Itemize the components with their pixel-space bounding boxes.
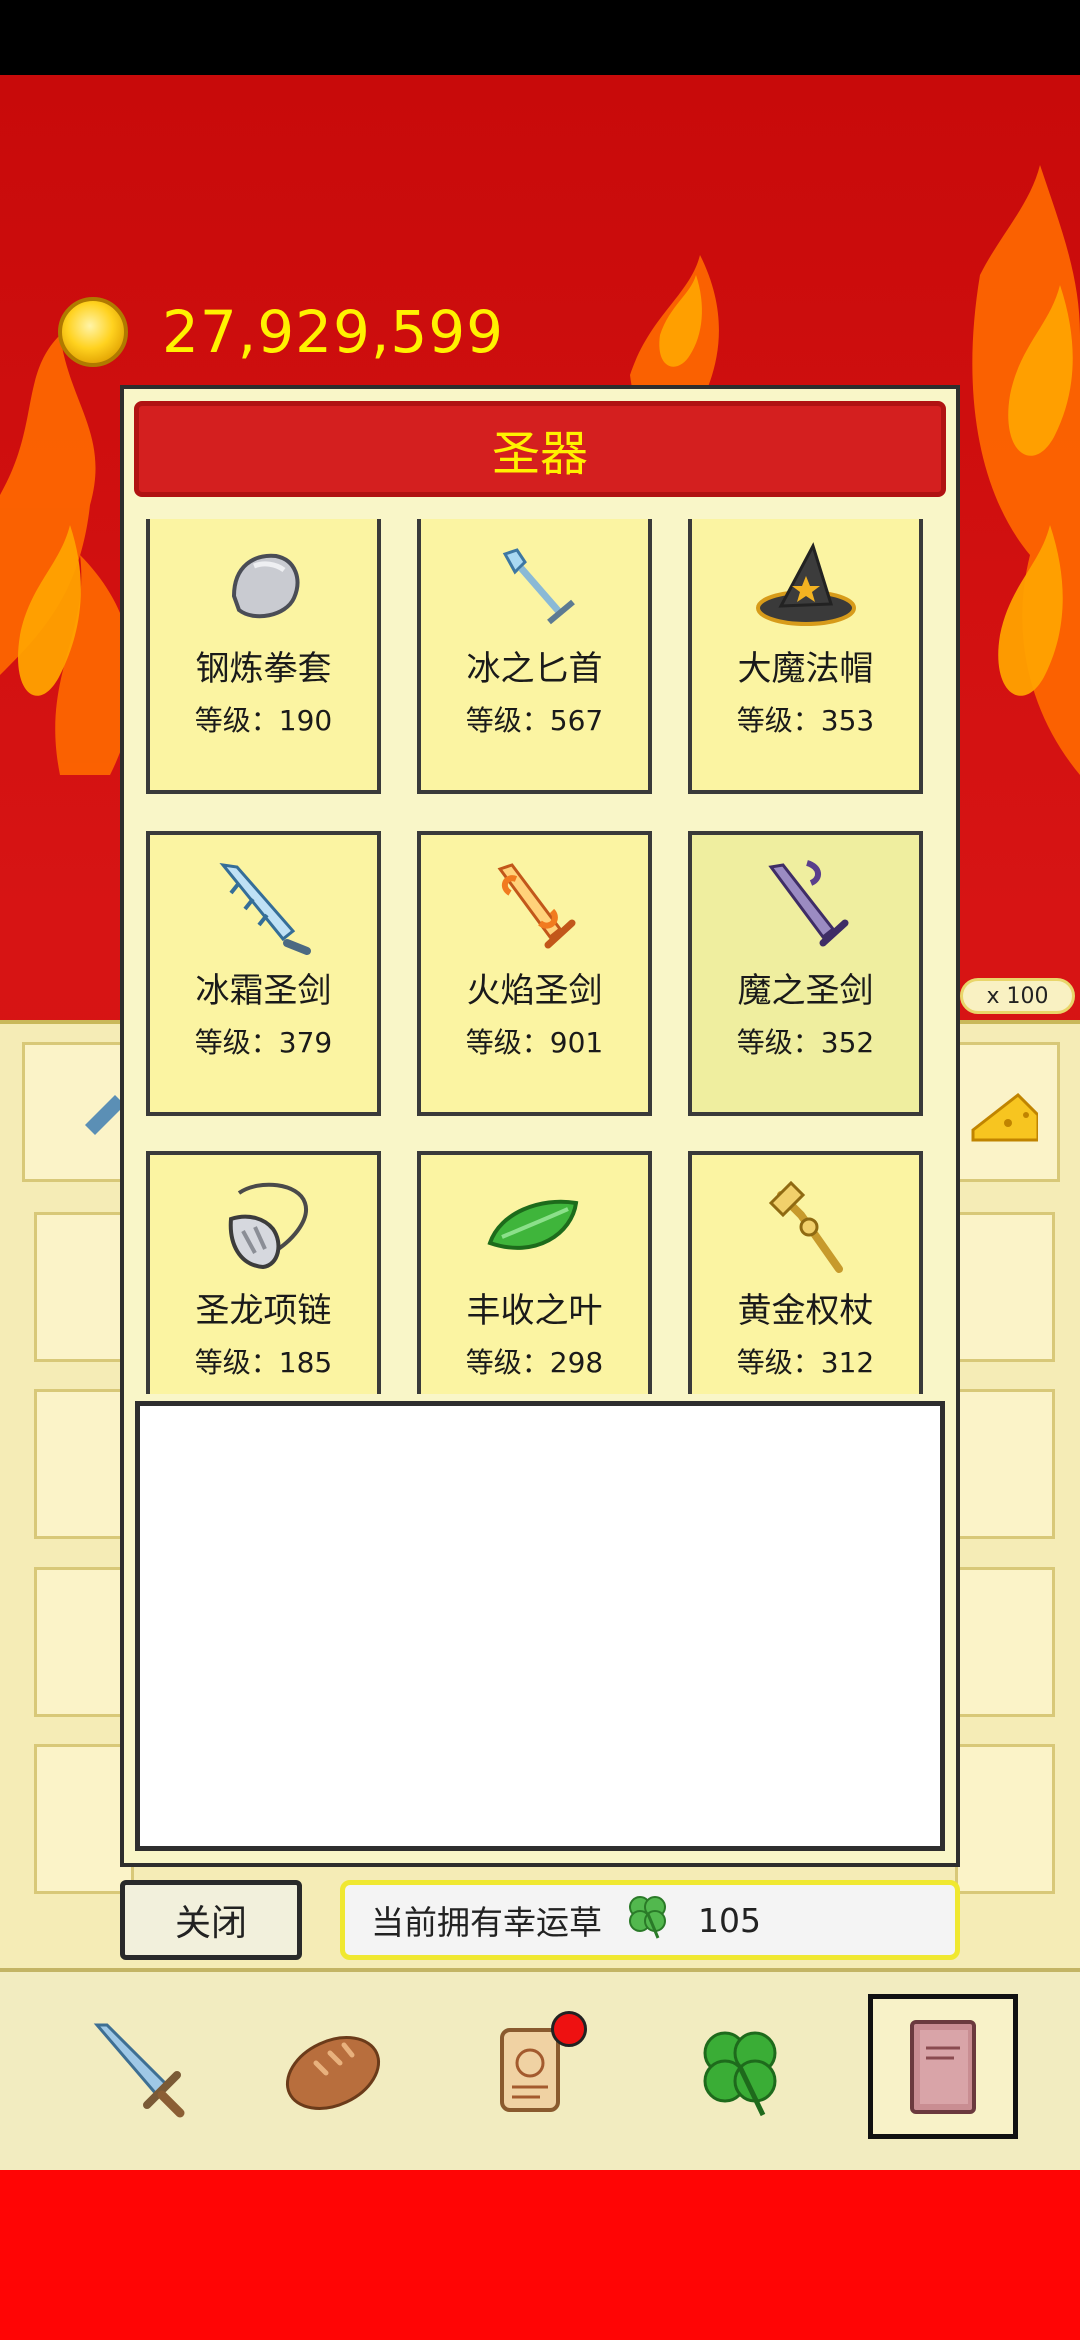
nav-clover[interactable] — [665, 1997, 815, 2142]
clover-icon — [703, 2031, 777, 2116]
artifact-name: 钢炼拳套 — [195, 649, 332, 689]
artifact-card-dragon-necklace[interactable]: 圣龙项链 等级：185 — [146, 1151, 381, 1394]
under-slot — [955, 1042, 1060, 1182]
artifact-name: 魔之圣剑 — [737, 971, 874, 1011]
coin-amount: 27,929,599 — [162, 298, 505, 366]
under-slot — [955, 1567, 1055, 1717]
artifact-level: 等级：567 — [465, 704, 604, 737]
dragon-necklace-icon — [150, 1173, 377, 1283]
artifact-level: 等级：353 — [736, 704, 875, 737]
book-icon — [910, 2019, 976, 2114]
artifact-level: 等级：352 — [736, 1026, 875, 1059]
artifact-level: 等级：901 — [465, 1026, 604, 1059]
sword-icon — [93, 2023, 185, 2117]
harvest-leaf-icon — [421, 1173, 648, 1283]
artifact-name: 黄金权杖 — [737, 1291, 874, 1331]
status-bar — [0, 0, 1080, 75]
under-slot — [34, 1744, 134, 1894]
gold-coin-icon — [58, 297, 128, 367]
artifact-level: 等级：185 — [194, 1346, 333, 1379]
nav-weapons[interactable] — [62, 1997, 212, 2142]
under-slot — [34, 1212, 134, 1362]
artifact-card-wizard-hat[interactable]: 大魔法帽 等级：353 — [688, 519, 923, 794]
clover-label: 当前拥有幸运草 — [371, 1903, 602, 1942]
artifact-level: 等级：379 — [194, 1026, 333, 1059]
nav-artifacts[interactable] — [868, 1994, 1018, 2139]
demon-sword-icon — [692, 853, 919, 963]
artifact-name: 冰霜圣剑 — [195, 971, 332, 1011]
coin-counter: 27,929,599 — [58, 292, 504, 372]
artifact-name: 大魔法帽 — [737, 649, 874, 689]
artifact-grid[interactable]: 钢炼拳套 等级：190 冰之匕首 等级：567 大魔法帽 等级：353 冰霜圣剑… — [146, 519, 932, 1394]
under-slot — [34, 1389, 134, 1539]
bottom-background — [0, 2170, 1080, 2340]
artifact-level: 等级：312 — [736, 1346, 875, 1379]
artifact-description-panel — [135, 1401, 945, 1851]
clover-icon — [620, 1888, 676, 1952]
frost-sword-icon — [150, 853, 377, 963]
nav-food[interactable] — [258, 1997, 408, 2142]
under-slot — [955, 1212, 1055, 1362]
artifact-card-golden-scepter[interactable]: 黄金权杖 等级：312 — [688, 1151, 923, 1394]
nav-quests[interactable] — [455, 1997, 605, 2142]
steel-gauntlet-icon — [150, 531, 377, 641]
artifact-card-flame-sword[interactable]: 火焰圣剑 等级：901 — [417, 831, 652, 1116]
artifact-name: 圣龙项链 — [195, 1291, 332, 1331]
artifact-name: 冰之匕首 — [466, 649, 603, 689]
artifact-level: 等级：298 — [465, 1346, 604, 1379]
ice-dagger-icon — [421, 531, 648, 641]
dialog-title: 圣器 — [134, 401, 946, 497]
artifact-name: 火焰圣剑 — [466, 971, 603, 1011]
artifact-card-steel-gauntlet[interactable]: 钢炼拳套 等级：190 — [146, 519, 381, 794]
artifact-card-demon-sword[interactable]: 魔之圣剑 等级：352 — [688, 831, 923, 1116]
golden-scepter-icon — [692, 1173, 919, 1283]
notification-badge — [551, 2011, 587, 2047]
wizard-hat-icon — [692, 531, 919, 641]
under-slot — [955, 1389, 1055, 1539]
under-slot — [34, 1567, 134, 1717]
flame-sword-icon — [421, 853, 648, 963]
under-slot — [955, 1744, 1055, 1894]
multiplier-badge[interactable]: x 100 — [960, 978, 1075, 1014]
under-slot — [22, 1042, 132, 1182]
artifact-card-ice-dagger[interactable]: 冰之匕首 等级：567 — [417, 519, 652, 794]
artifact-name: 丰收之叶 — [466, 1291, 603, 1331]
artifact-level: 等级：190 — [194, 704, 333, 737]
bottom-nav — [0, 1968, 1080, 2170]
bread-icon — [285, 2035, 381, 2110]
artifacts-dialog: 圣器 钢炼拳套 等级：190 冰之匕首 等级：567 大魔法帽 等级：353 冰… — [120, 385, 960, 1867]
clover-count: 105 — [698, 1900, 761, 1940]
clover-balance: 当前拥有幸运草 105 — [340, 1880, 960, 1960]
artifact-card-frost-sword[interactable]: 冰霜圣剑 等级：379 — [146, 831, 381, 1116]
close-button[interactable]: 关闭 — [120, 1880, 302, 1960]
artifact-card-harvest-leaf[interactable]: 丰收之叶 等级：298 — [417, 1151, 652, 1394]
